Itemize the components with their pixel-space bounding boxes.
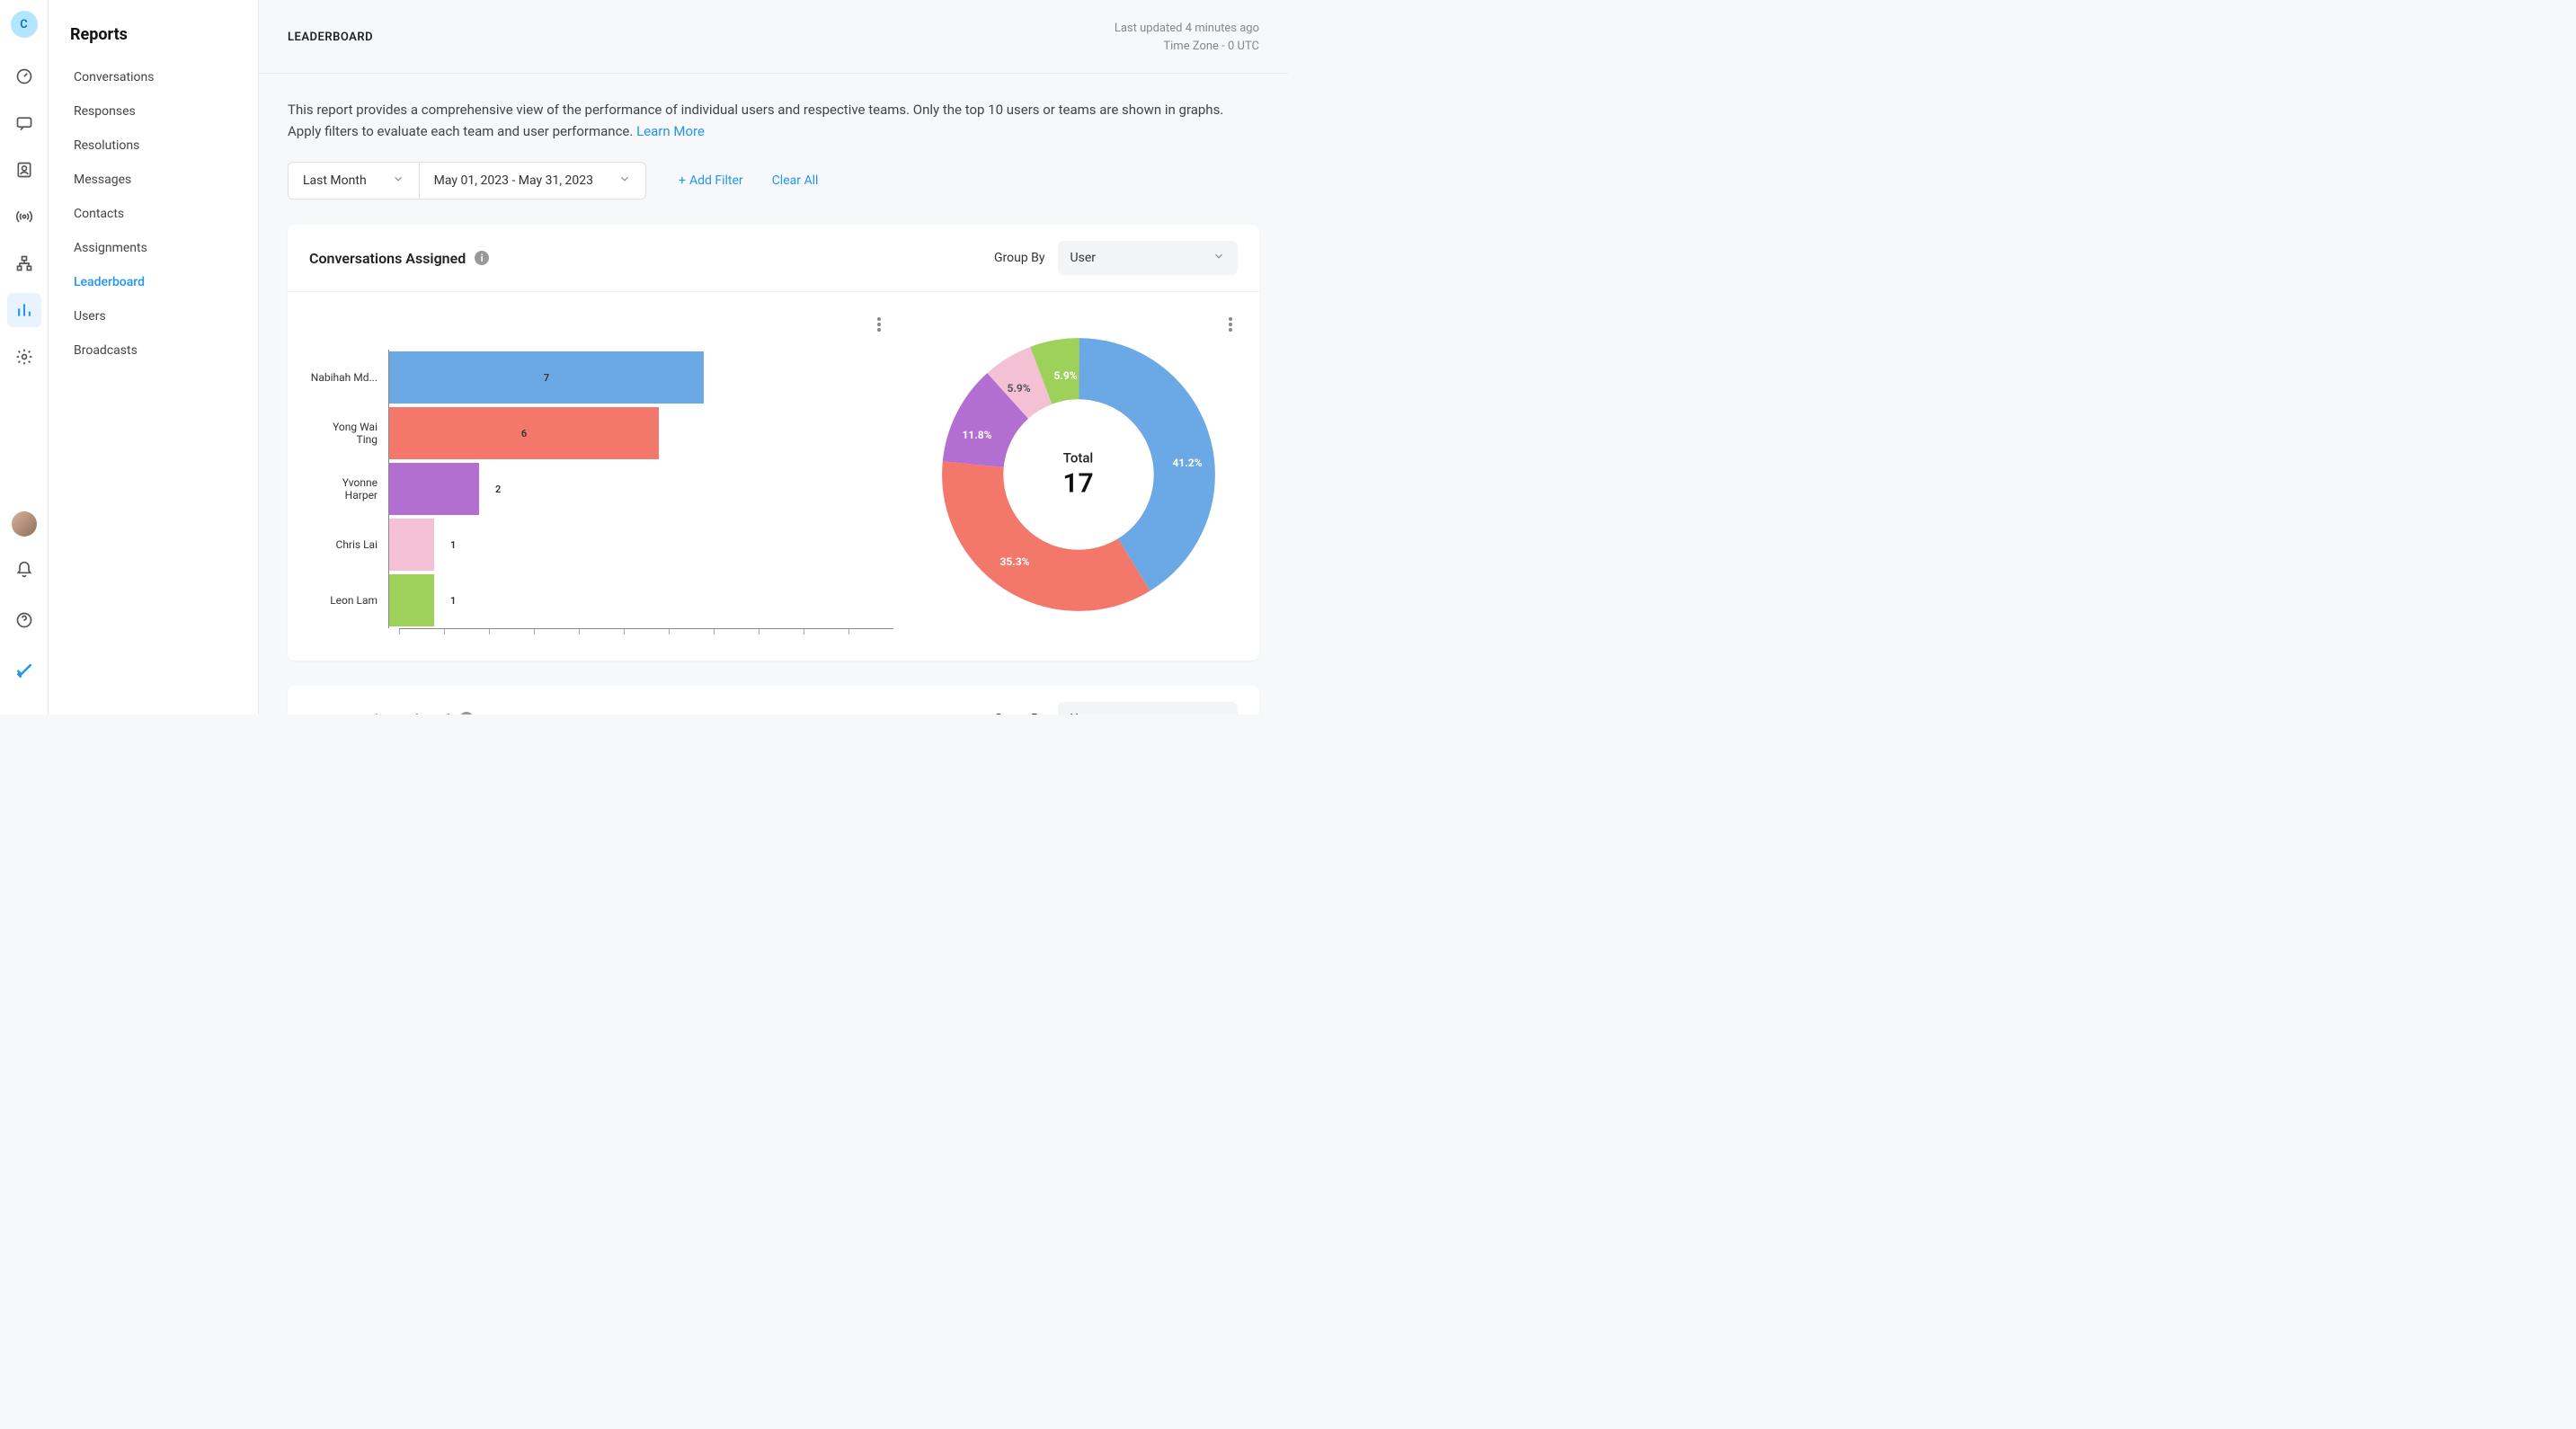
donut-chart: Total 17 41.2% 35.3% 11.8% 5.9% 5.9% <box>939 335 1218 614</box>
chevron-down-icon <box>1212 250 1225 266</box>
user-avatar[interactable] <box>12 511 37 537</box>
donut-slice-pct: 11.8% <box>963 429 992 441</box>
donut-total-label: Total <box>1062 450 1093 466</box>
period-value: Last Month <box>303 173 367 188</box>
workspace-avatar[interactable]: C <box>11 11 38 38</box>
bar-row: Yong Wai Ting 6 <box>309 405 893 461</box>
group-by-label: Group By <box>994 251 1045 265</box>
donut-chart-menu[interactable] <box>1221 314 1239 335</box>
bar-row: Nabihah Md... 7 <box>309 350 893 405</box>
page-status: Last updated 4 minutes ago Time Zone - 0… <box>1115 20 1259 55</box>
bar-row: Yvonne Harper 2 <box>309 461 893 517</box>
info-icon[interactable]: i <box>459 712 474 714</box>
bar-label: Leon Lam <box>309 594 388 607</box>
card-title: Conversations Closed <box>309 711 450 715</box>
settings-icon[interactable] <box>7 340 41 374</box>
bar-row: Leon Lam 1 <box>309 572 893 628</box>
clear-all-button[interactable]: Clear All <box>772 173 819 188</box>
topbar: LEADERBOARD Last updated 4 minutes ago T… <box>259 0 1288 74</box>
sidebar-item-leaderboard[interactable]: Leaderboard <box>49 265 258 299</box>
bar-label: Chris Lai <box>309 538 388 551</box>
plus-icon: + <box>679 173 686 188</box>
bar-value: 2 <box>495 484 501 495</box>
bar <box>389 574 434 626</box>
add-filter-label: Add Filter <box>689 173 743 188</box>
bar-label: Nabihah Md... <box>309 371 388 384</box>
filters-row: Last Month May 01, 2023 - May 31, 2023 +… <box>288 162 1259 200</box>
messages-icon[interactable] <box>7 106 41 140</box>
bar: 6 <box>389 407 659 459</box>
group-by-label: Group By <box>994 712 1045 714</box>
icon-rail: C <box>0 0 49 714</box>
date-range-select[interactable]: May 01, 2023 - May 31, 2023 <box>419 162 646 200</box>
donut-chart-panel: Total 17 41.2% 35.3% 11.8% 5.9% 5.9% <box>911 314 1245 635</box>
sidebar-item-contacts[interactable]: Contacts <box>49 197 258 231</box>
group-by-select[interactable]: User <box>1058 702 1238 714</box>
contacts-icon[interactable] <box>7 153 41 187</box>
conversations-closed-card: Conversations Closed i Group By User <box>288 686 1259 714</box>
sidebar-item-conversations[interactable]: Conversations <box>49 60 258 94</box>
bar-value: 6 <box>521 428 527 439</box>
sidebar-item-resolutions[interactable]: Resolutions <box>49 129 258 163</box>
period-select[interactable]: Last Month <box>288 162 419 200</box>
chevron-down-icon <box>618 173 631 189</box>
org-icon[interactable] <box>7 246 41 280</box>
bar-label: Yong Wai Ting <box>309 421 388 446</box>
help-icon[interactable] <box>7 603 41 637</box>
learn-more-link[interactable]: Learn More <box>636 123 705 139</box>
sidebar-item-users[interactable]: Users <box>49 299 258 333</box>
bar <box>389 519 434 571</box>
bar-chart-menu[interactable] <box>870 314 888 335</box>
bar: 7 <box>389 351 704 404</box>
last-updated-text: Last updated 4 minutes ago <box>1115 20 1259 38</box>
bar-value: 1 <box>450 595 456 607</box>
sidebar-item-responses[interactable]: Responses <box>49 94 258 129</box>
bar-chart-panel: Nabihah Md... 7 Yong Wai Ting 6 Yvonne Harpe… <box>309 314 893 635</box>
broadcast-icon[interactable] <box>7 200 41 234</box>
info-icon[interactable]: i <box>475 251 489 265</box>
donut-slice-pct: 5.9% <box>1008 382 1031 395</box>
chevron-down-icon <box>1212 711 1225 714</box>
sidebar: Reports Conversations Responses Resoluti… <box>49 0 259 714</box>
chevron-down-icon <box>392 173 404 189</box>
donut-slice-pct: 41.2% <box>1173 457 1203 469</box>
reports-icon[interactable] <box>7 293 41 327</box>
sidebar-item-broadcasts[interactable]: Broadcasts <box>49 333 258 368</box>
date-range-value: May 01, 2023 - May 31, 2023 <box>434 173 593 188</box>
main-panel: LEADERBOARD Last updated 4 minutes ago T… <box>259 0 1288 714</box>
group-by-select[interactable]: User <box>1058 241 1238 275</box>
donut-total-value: 17 <box>1062 468 1093 500</box>
conversations-assigned-card: Conversations Assigned i Group By User <box>288 225 1259 661</box>
donut-slice-pct: 35.3% <box>1000 555 1030 568</box>
group-by-value: User <box>1070 251 1096 265</box>
brand-check-icon[interactable] <box>7 653 41 688</box>
bar-row: Chris Lai 1 <box>309 517 893 572</box>
bar-value: 7 <box>544 372 549 384</box>
notifications-icon[interactable] <box>7 553 41 587</box>
add-filter-button[interactable]: + Add Filter <box>679 173 743 188</box>
bar <box>389 463 479 515</box>
dashboard-icon[interactable] <box>7 59 41 93</box>
report-description: This report provides a comprehensive vie… <box>288 99 1240 142</box>
bar-value: 1 <box>450 539 456 551</box>
sidebar-item-messages[interactable]: Messages <box>49 163 258 197</box>
card-title: Conversations Assigned <box>309 250 466 267</box>
group-by-value: User <box>1070 712 1096 714</box>
donut-slice-pct: 5.9% <box>1054 369 1078 382</box>
page-title: LEADERBOARD <box>288 31 373 44</box>
bar-label: Yvonne Harper <box>309 476 388 501</box>
sidebar-item-assignments[interactable]: Assignments <box>49 231 258 265</box>
timezone-text: Time Zone - 0 UTC <box>1115 38 1259 56</box>
bar-chart: Nabihah Md... 7 Yong Wai Ting 6 Yvonne Harpe… <box>309 314 893 635</box>
sidebar-title: Reports <box>49 25 258 60</box>
report-description-text: This report provides a comprehensive vie… <box>288 102 1223 139</box>
